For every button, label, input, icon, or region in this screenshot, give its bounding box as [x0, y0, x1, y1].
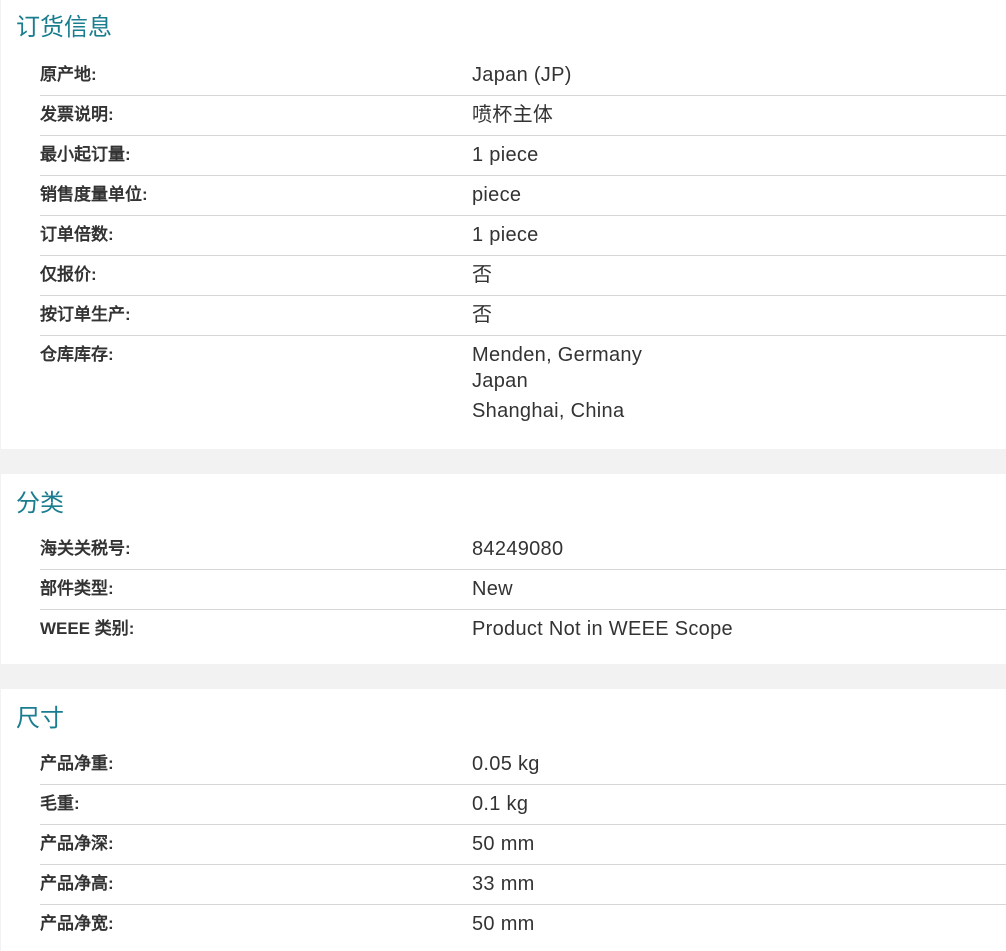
row-label: 毛重:	[40, 794, 80, 813]
row-label: 产品净深:	[40, 834, 114, 853]
warehouse-location: Japan	[472, 370, 528, 392]
order-info-rows: 原产地: Japan (JP) 发票说明: 喷杯主体 最小起订量: 1 piec…	[40, 56, 1006, 426]
row-value: 0.05 kg	[472, 753, 540, 775]
info-row-quote-only: 仅报价: 否	[40, 256, 1006, 296]
info-row-gross-weight: 毛重: 0.1 kg	[40, 785, 1006, 825]
info-row-warehouse-stock: 仓库库存: Menden, Germany Japan Shanghai, Ch…	[40, 336, 1006, 426]
info-row-made-to-order: 按订单生产: 否	[40, 296, 1006, 336]
row-value: 50 mm	[472, 913, 535, 935]
info-row-part-type: 部件类型: New	[40, 570, 1006, 610]
row-value: Japan (JP)	[472, 64, 572, 86]
row-label: 订单倍数:	[40, 225, 114, 244]
info-row-invoice-description: 发票说明: 喷杯主体	[40, 96, 1006, 136]
info-row-origin: 原产地: Japan (JP)	[40, 56, 1006, 96]
info-row-net-width: 产品净宽: 50 mm	[40, 905, 1006, 944]
info-row-sales-unit: 销售度量单位: piece	[40, 176, 1006, 216]
row-label: 销售度量单位:	[40, 185, 148, 204]
info-row-net-weight: 产品净重: 0.05 kg	[40, 745, 1006, 785]
section-title-classification: 分类	[16, 490, 64, 517]
info-row-order-multiple: 订单倍数: 1 piece	[40, 216, 1006, 256]
info-row-customs-tariff: 海关关税号: 84249080	[40, 530, 1006, 570]
row-value: 喷杯主体	[472, 104, 554, 126]
info-row-weee-category: WEEE 类别: Product Not in WEEE Scope	[40, 610, 1006, 649]
row-value: 1 piece	[472, 224, 539, 246]
row-label: 按订单生产:	[40, 305, 131, 324]
section-title-order-info: 订货信息	[16, 14, 112, 41]
row-label: 最小起订量:	[40, 145, 131, 164]
row-label: 产品净高:	[40, 874, 114, 893]
warehouse-location: Menden, Germany	[472, 344, 643, 366]
row-label: 仅报价:	[40, 265, 97, 284]
row-value: 否	[472, 304, 493, 326]
row-value: Product Not in WEEE Scope	[472, 618, 733, 640]
info-row-net-depth: 产品净深: 50 mm	[40, 825, 1006, 865]
warehouse-location: Shanghai, China	[472, 400, 625, 422]
row-label: 产品净宽:	[40, 914, 114, 933]
row-value: 否	[472, 264, 493, 286]
classification-section: 分类 海关关税号: 84249080 部件类型: New WEEE 类别: Pr…	[1, 474, 1006, 664]
section-title-dimensions: 尺寸	[16, 705, 64, 732]
dimensions-section: 尺寸 产品净重: 0.05 kg 毛重: 0.1 kg 产品净深: 50 mm …	[1, 689, 1006, 951]
row-value: 50 mm	[472, 833, 535, 855]
row-label: 部件类型:	[40, 579, 114, 598]
row-label: 产品净重:	[40, 754, 114, 773]
row-value: 1 piece	[472, 144, 539, 166]
row-value: 84249080	[472, 538, 564, 560]
row-label: WEEE 类别:	[40, 619, 135, 638]
row-value-list: Menden, Germany Japan Shanghai, China	[472, 336, 1006, 426]
info-row-minimum-order: 最小起订量: 1 piece	[40, 136, 1006, 176]
row-label: 海关关税号:	[40, 539, 131, 558]
row-value: 0.1 kg	[472, 793, 529, 815]
classification-rows: 海关关税号: 84249080 部件类型: New WEEE 类别: Produ…	[40, 530, 1006, 649]
row-value: New	[472, 578, 513, 600]
info-row-net-height: 产品净高: 33 mm	[40, 865, 1006, 905]
order-info-section: 订货信息 原产地: Japan (JP) 发票说明: 喷杯主体 最小起订量: 1…	[1, 0, 1006, 449]
row-label: 发票说明:	[40, 105, 114, 124]
row-value: 33 mm	[472, 873, 535, 895]
row-label: 原产地:	[40, 65, 97, 84]
row-value: piece	[472, 184, 522, 206]
dimensions-rows: 产品净重: 0.05 kg 毛重: 0.1 kg 产品净深: 50 mm 产品净…	[40, 745, 1006, 944]
row-label: 仓库库存:	[40, 345, 114, 364]
